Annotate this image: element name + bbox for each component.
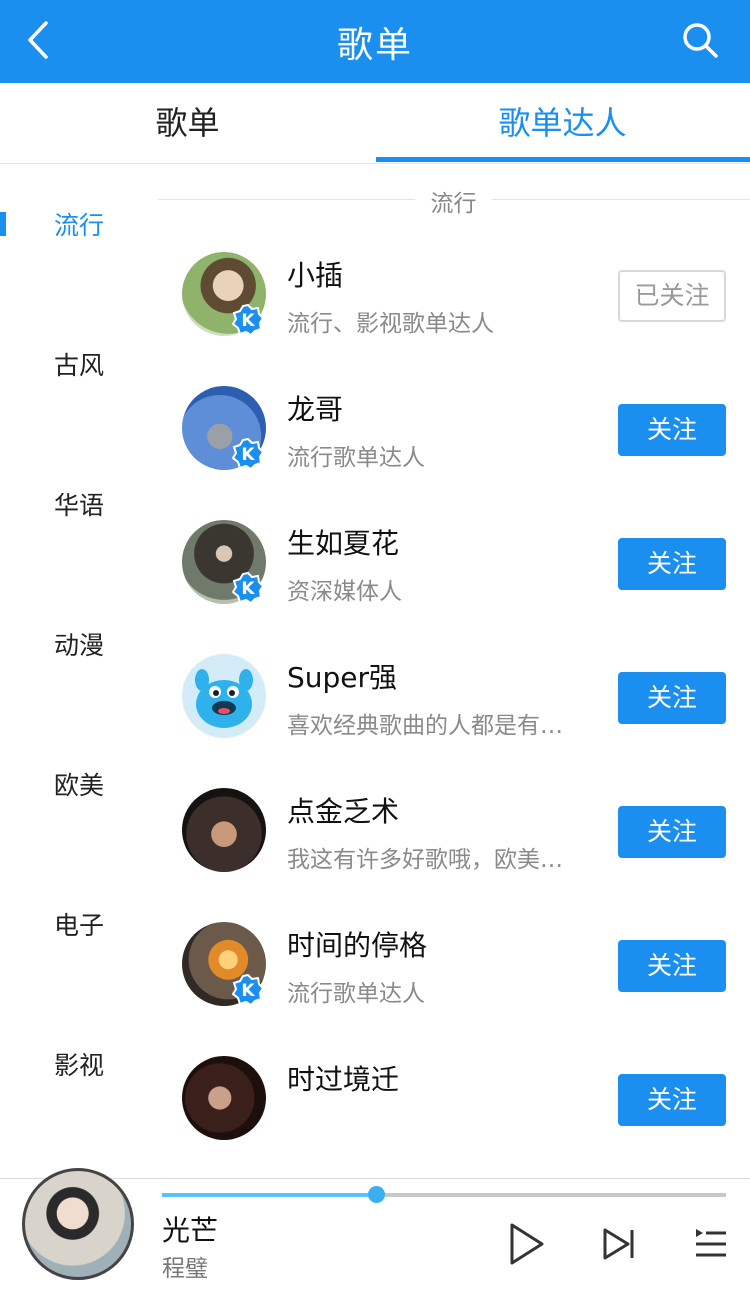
creator-name: 生如夏花 (287, 527, 400, 560)
creator-description: 流行歌单达人 (287, 445, 425, 471)
sidebar-item-label: 古风 (54, 351, 105, 380)
top-bar: 歌单 (0, 0, 750, 83)
follow-button[interactable]: 关注 (618, 404, 726, 456)
creator-name: 龙哥 (287, 393, 344, 426)
active-category-indicator (0, 212, 6, 236)
creator-description: 流行歌单达人 (287, 981, 425, 1007)
svg-text:K: K (241, 445, 255, 465)
creator-row[interactable]: K 小插 流行、影视歌单达人 已关注 (158, 252, 750, 386)
followed-button[interactable]: 已关注 (618, 270, 726, 322)
avatar[interactable]: K (182, 520, 266, 604)
blue-mascot-icon (195, 669, 253, 728)
follow-button[interactable]: 关注 (618, 538, 726, 590)
album-art[interactable] (22, 1168, 134, 1280)
mini-player: 光芒 程璧 (0, 1168, 750, 1290)
sidebar-item-label: 欧美 (54, 771, 105, 800)
tab-playlists[interactable]: 歌单 (0, 83, 375, 163)
creator-row[interactable]: K 龙哥 流行歌单达人 关注 (158, 386, 750, 520)
avatar[interactable]: K (182, 252, 266, 336)
song-title: 光芒 (162, 1214, 219, 1247)
section-label: 流行 (430, 191, 477, 217)
artist-name: 程璧 (162, 1256, 208, 1282)
svg-text:K: K (241, 311, 255, 331)
creator-row[interactable]: 时过境迁 关注 (158, 1056, 750, 1190)
follow-button[interactable]: 关注 (618, 1074, 726, 1126)
avatar[interactable] (182, 654, 266, 738)
sidebar-item-label: 影视 (54, 1051, 105, 1080)
creator-row[interactable]: K 时间的停格 流行歌单达人 关注 (158, 922, 750, 1056)
creator-description: 流行、影视歌单达人 (287, 311, 494, 337)
avatar[interactable] (182, 1056, 266, 1140)
divider-line (492, 199, 750, 200)
play-button[interactable] (506, 1221, 546, 1267)
verified-k-badge-icon: K (232, 438, 264, 470)
tab-playlist-creators[interactable]: 歌单达人 (375, 83, 750, 163)
category-sidebar: 流行 古风 华语 动漫 欧美 电子 影视 (0, 163, 158, 1178)
creator-name: Super强 (287, 661, 398, 694)
play-icon (510, 1223, 544, 1265)
search-button[interactable] (680, 20, 720, 60)
follow-button[interactable]: 关注 (618, 940, 726, 992)
creator-row[interactable]: K 生如夏花 资深媒体人 关注 (158, 520, 750, 654)
divider-line (158, 199, 415, 200)
tab-bar: 歌单 歌单达人 (0, 83, 750, 164)
active-tab-indicator (376, 157, 750, 162)
avatar[interactable] (182, 788, 266, 872)
sidebar-item-label: 华语 (54, 491, 105, 520)
page-title: 歌单 (336, 25, 413, 66)
verified-k-badge-icon: K (232, 304, 264, 336)
svg-text:K: K (241, 579, 255, 599)
follow-button[interactable]: 关注 (618, 672, 726, 724)
creator-description: 我这有许多好歌哦，欧美… (287, 847, 563, 873)
creator-name: 小插 (287, 259, 344, 292)
progress-fill (162, 1193, 377, 1197)
next-button[interactable] (602, 1227, 636, 1261)
creator-description: 资深媒体人 (287, 579, 402, 605)
search-icon (683, 23, 718, 58)
creator-name: 点金乏术 (287, 795, 400, 828)
sidebar-item-label: 电子 (54, 911, 105, 940)
svg-text:K: K (241, 981, 255, 1001)
section-header: 流行 (158, 182, 750, 218)
playlist-icon (696, 1229, 726, 1257)
creator-name: 时间的停格 (287, 929, 428, 962)
creator-row[interactable]: 点金乏术 我这有许多好歌哦，欧美… 关注 (158, 788, 750, 922)
verified-k-badge-icon: K (232, 572, 264, 604)
sidebar-item-label: 动漫 (54, 631, 105, 660)
creator-name: 时过境迁 (287, 1063, 400, 1096)
creator-row[interactable]: Super强 喜欢经典歌曲的人都是有… 关注 (158, 654, 750, 788)
progress-handle[interactable] (368, 1186, 386, 1203)
next-icon (603, 1228, 634, 1260)
progress-bar[interactable] (162, 1186, 726, 1203)
creator-description: 喜欢经典歌曲的人都是有… (287, 713, 563, 739)
verified-k-badge-icon: K (232, 974, 264, 1006)
follow-button[interactable]: 关注 (618, 806, 726, 858)
avatar[interactable]: K (182, 922, 266, 1006)
avatar[interactable]: K (182, 386, 266, 470)
sidebar-item-label: 流行 (54, 211, 105, 240)
playlist-button[interactable] (694, 1227, 728, 1261)
